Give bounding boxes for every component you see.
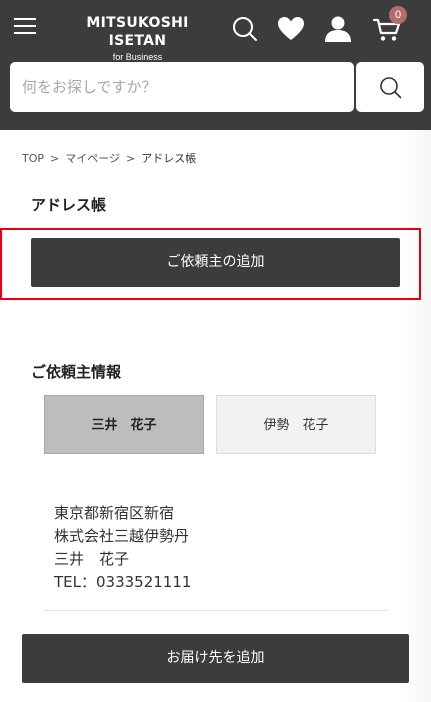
phone-number: TEL：0333521111 — [54, 573, 192, 591]
breadcrumb-separator: > — [50, 152, 60, 165]
user-icon[interactable] — [323, 14, 353, 44]
company-name: 株式会社三越伊勢丹 — [54, 527, 190, 545]
client-tab-ise[interactable]: 伊勢 花子 — [216, 395, 376, 454]
section-divider — [44, 610, 387, 611]
cart-count-badge: 0 — [389, 6, 407, 24]
breadcrumb-separator: > — [126, 152, 136, 165]
logo-main-text: MITSUKOSHI ISETAN — [86, 15, 189, 49]
search-button[interactable] — [356, 62, 424, 112]
breadcrumb-item-current: アドレス帳 — [141, 152, 197, 165]
add-delivery-button[interactable]: お届け先を追加 — [22, 634, 409, 683]
client-name: 三井 花子 — [54, 550, 130, 568]
breadcrumb: TOP > マイページ > アドレス帳 — [22, 150, 196, 166]
client-tab-mitsui[interactable]: 三井 花子 — [44, 395, 204, 454]
client-address: 東京都新宿区新宿 株式会社三越伊勢丹 三井 花子 TEL：0333521111 — [54, 502, 191, 594]
search-icon[interactable] — [230, 14, 260, 44]
site-header: MITSUKOSHI ISETAN for Business 0 — [0, 0, 431, 130]
breadcrumb-item-mypage[interactable]: マイページ — [65, 150, 120, 166]
edge-shadow — [401, 130, 431, 702]
search-input[interactable] — [10, 62, 354, 112]
menu-icon[interactable] — [14, 16, 38, 36]
client-section-title: ご依頼主情報 — [31, 363, 122, 381]
breadcrumb-item-top[interactable]: TOP — [22, 152, 44, 165]
add-client-button[interactable]: ご依頼主の追加 — [31, 238, 400, 287]
heart-icon[interactable] — [276, 14, 306, 44]
address-line: 東京都新宿区新宿 — [54, 504, 175, 522]
site-logo[interactable]: MITSUKOSHI ISETAN for Business — [70, 14, 205, 63]
page-title: アドレス帳 — [31, 196, 107, 214]
search-button-icon — [380, 77, 402, 99]
